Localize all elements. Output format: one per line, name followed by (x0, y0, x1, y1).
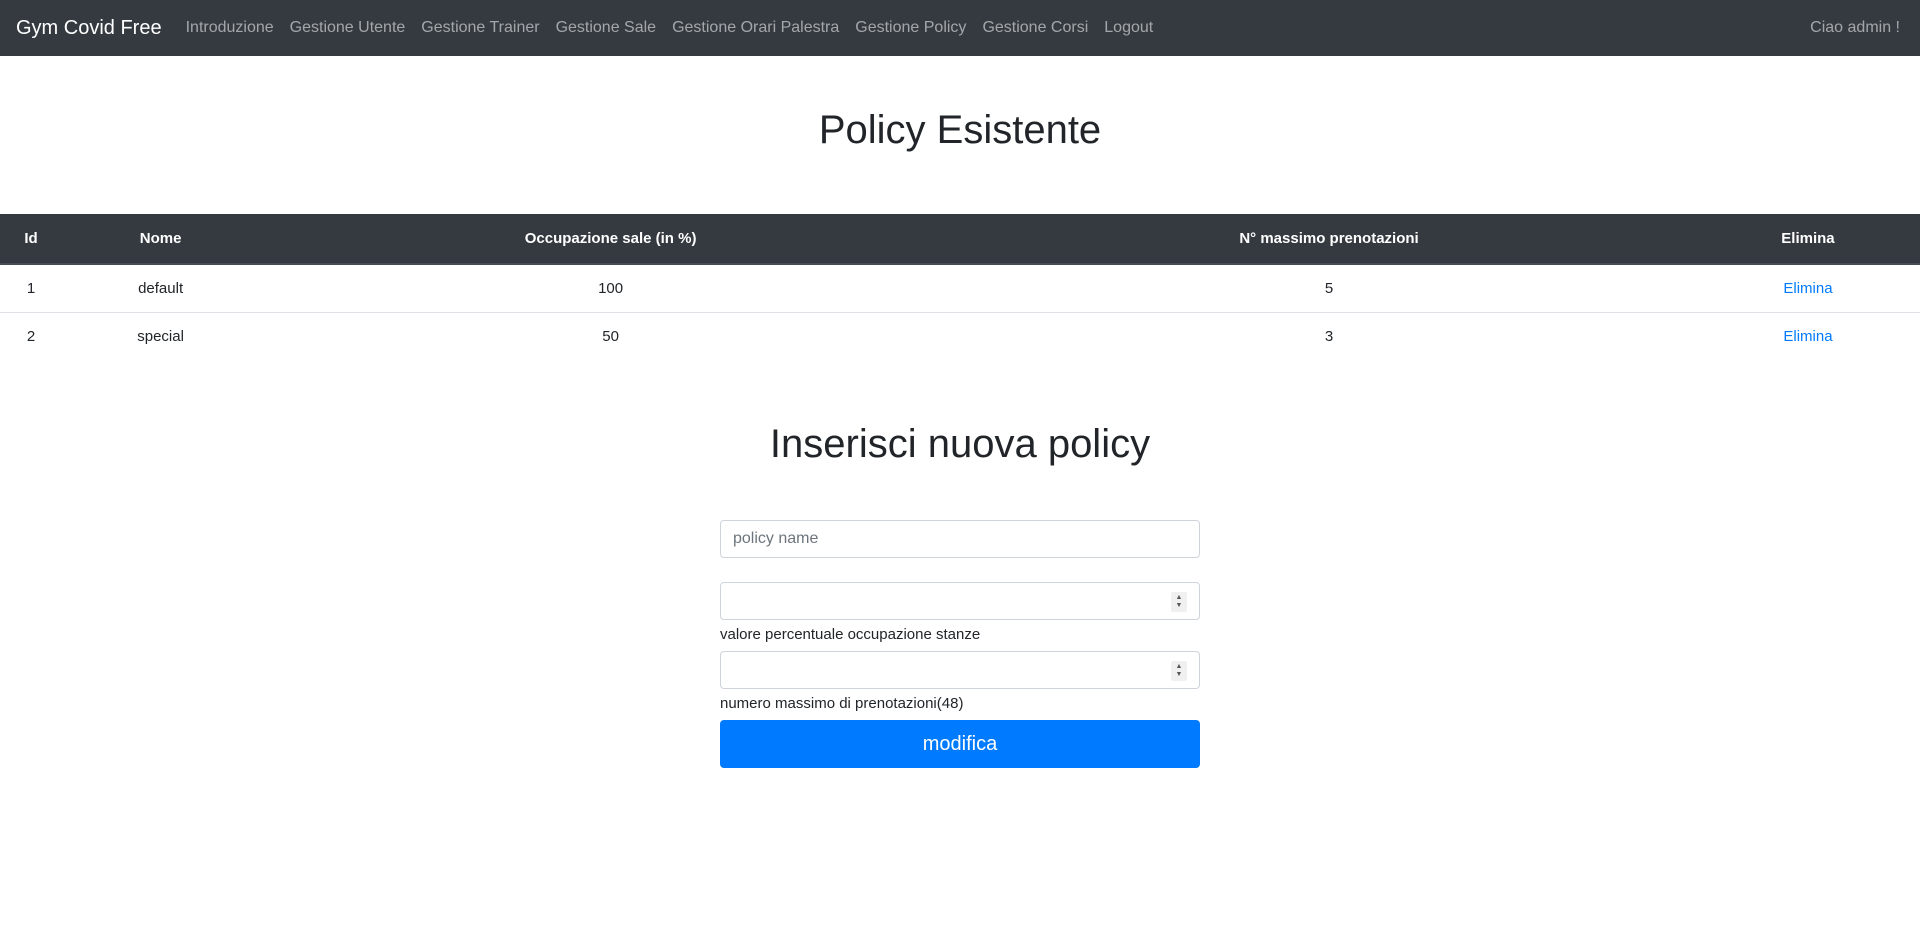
column-header-nome: Nome (62, 214, 260, 265)
column-header-elimina: Elimina (1695, 214, 1920, 265)
spin-up-icon[interactable]: ▲ (1176, 663, 1183, 671)
existing-policy-header: Policy Esistente (0, 56, 1920, 214)
occupancy-help-text: valore percentuale occupazione stanze (720, 626, 981, 643)
delete-policy-link[interactable]: Elimina (1783, 280, 1832, 297)
page-title: Policy Esistente (818, 108, 1102, 152)
cell-elimina: Elimina (1696, 264, 1920, 313)
table-row: 1 default 100 5 Elimina (0, 264, 1920, 313)
cell-nome: special (62, 312, 260, 360)
new-policy-form: policy name ▲ ▼ valore percentuale occup… (720, 520, 1200, 768)
column-header-id: Id (0, 214, 63, 265)
spin-up-icon[interactable]: ▲ (1176, 594, 1183, 602)
modifica-button[interactable]: modifica (720, 720, 1200, 768)
nav-link-gestione-corsi[interactable]: Gestione Corsi (974, 19, 1096, 37)
nav-link-gestione-policy[interactable]: Gestione Policy (847, 19, 974, 37)
nav-link-logout[interactable]: Logout (1096, 19, 1161, 37)
spin-down-icon[interactable]: ▼ (1176, 602, 1183, 610)
nav-link-gestione-sale[interactable]: Gestione Sale (548, 19, 665, 37)
cell-occupazione: 50 (259, 312, 963, 360)
new-policy-header: Inserisci nuova policy (0, 420, 1920, 520)
nav-link-introduzione[interactable]: Introduzione (178, 19, 282, 37)
occupancy-percent-input[interactable]: ▲ ▼ (720, 582, 1200, 620)
nav-link-gestione-utente[interactable]: Gestione Utente (282, 19, 414, 37)
spin-down-icon[interactable]: ▼ (1176, 671, 1183, 679)
cell-id: 2 (0, 312, 63, 360)
nav-link-gestione-trainer[interactable]: Gestione Trainer (413, 19, 547, 37)
max-bookings-help-text: numero massimo di prenotazioni(48) (720, 695, 964, 712)
cell-id: 1 (26, 280, 36, 297)
column-header-occupazione: Occupazione sale (in %) (259, 214, 963, 265)
table-row: 2 special 50 3 Elimina (0, 312, 1920, 360)
policy-table: Id Nome Occupazione sale (in %) N° massi… (0, 214, 1920, 360)
cell-max-prenotazioni: 3 (962, 312, 1696, 360)
cell-occupazione: 100 (598, 280, 624, 297)
number-spinner-icon[interactable]: ▲ ▼ (1171, 661, 1187, 681)
cell-elimina: Elimina (1695, 312, 1920, 360)
nav-link-gestione-orari-palestra[interactable]: Gestione Orari Palestra (664, 19, 847, 37)
user-greeting: Ciao admin ! (1810, 19, 1900, 36)
policy-name-placeholder: policy name (733, 530, 819, 547)
delete-policy-link[interactable]: Elimina (1783, 328, 1832, 345)
cell-nome: default (138, 280, 184, 297)
number-spinner-icon[interactable]: ▲ ▼ (1171, 592, 1187, 612)
table-header-row: Id Nome Occupazione sale (in %) N° massi… (0, 214, 1920, 265)
max-bookings-input[interactable]: ▲ ▼ (720, 651, 1200, 689)
form-title: Inserisci nuova policy (769, 422, 1151, 466)
brand-link[interactable]: Gym Covid Free (16, 17, 162, 40)
navbar: Gym Covid Free Introduzione Gestione Ute… (0, 0, 1920, 56)
policy-name-input[interactable]: policy name (720, 520, 1200, 558)
column-header-max-prenotazioni: N° massimo prenotazioni (962, 214, 1696, 265)
nav-links: Introduzione Gestione Utente Gestione Tr… (178, 19, 1811, 37)
cell-max-prenotazioni: 5 (1324, 280, 1334, 297)
